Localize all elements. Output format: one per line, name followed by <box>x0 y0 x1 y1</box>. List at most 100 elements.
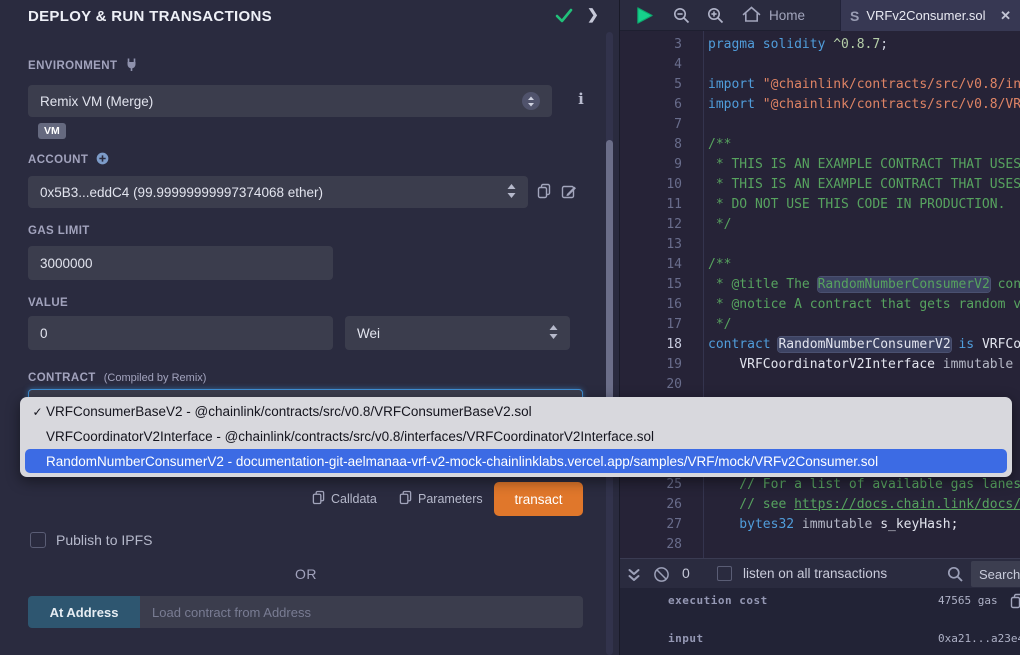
chevron-right-icon[interactable]: ❯ <box>587 6 599 23</box>
plug-icon <box>125 58 138 74</box>
line-number: 16 <box>620 295 682 315</box>
line-number: 10 <box>620 175 682 195</box>
caret-updown-icon <box>507 184 516 201</box>
at-address-button[interactable]: At Address <box>28 596 140 628</box>
line-number: 18 <box>620 335 682 355</box>
search-icon <box>947 559 964 590</box>
code-text: bytes32 immutable s_keyHash; <box>708 515 958 535</box>
publish-ipfs-label: Publish to IPFS <box>56 532 153 548</box>
run-script-icon[interactable] <box>634 0 655 31</box>
code-text: */ <box>708 315 731 335</box>
gas-limit-label: GAS LIMIT <box>28 225 90 237</box>
plus-circle-icon[interactable] <box>96 152 109 168</box>
code-text: // see https://docs.chain.link/docs/vrf-… <box>708 495 1020 515</box>
contract-option[interactable]: RandomNumberConsumerV2 - documentation-g… <box>25 449 1007 473</box>
code-line[interactable]: 5import "@chainlink/contracts/src/v0.8/i… <box>620 75 1020 95</box>
code-line[interactable]: 27 bytes32 immutable s_keyHash; <box>620 515 1020 535</box>
contract-option-label: VRFCoordinatorV2Interface - @chainlink/c… <box>46 429 654 444</box>
terminal-rows: execution cost 47565 gas input0xa21...a23e… <box>620 588 1020 655</box>
code-line[interactable]: 3 pragma solidity ^0.8.7; <box>620 35 1020 55</box>
code-line[interactable]: 10 * THIS IS AN EXAMPLE CONTRACT THAT US… <box>620 175 1020 195</box>
copy-icon[interactable] <box>1010 593 1020 613</box>
code-line[interactable]: 11 * DO NOT USE THIS CODE IN PRODUCTION. <box>620 195 1020 215</box>
value-unit-select[interactable]: Wei <box>345 316 570 350</box>
contract-dropdown: ✓VRFConsumerBaseV2 - @chainlink/contract… <box>20 397 1012 477</box>
line-number: 13 <box>620 235 682 255</box>
edit-account-icon[interactable] <box>561 183 578 204</box>
expand-terminal-icon[interactable] <box>628 559 640 590</box>
calldata-action[interactable]: Calldata <box>312 490 377 508</box>
tab-vrfv2consumer[interactable]: S VRFv2Consumer.sol ✕ <box>840 0 1020 31</box>
clear-console-icon[interactable] <box>653 559 670 590</box>
terminal-toolbar: 0 listen on all transactions <box>620 558 1020 588</box>
line-number: 15 <box>620 275 682 295</box>
close-tab-icon[interactable]: ✕ <box>1000 8 1011 24</box>
gas-limit-input[interactable] <box>28 246 333 280</box>
code-line[interactable]: 6import "@chainlink/contracts/src/v0.8/V… <box>620 95 1020 115</box>
info-icon[interactable]: i <box>574 90 588 108</box>
line-number: 9 <box>620 155 682 175</box>
code-line[interactable]: 18contract RandomNumberConsumerV2 is VRF… <box>620 335 1020 355</box>
terminal-row: input0xa21...a23e4 <box>620 628 1020 655</box>
code-line[interactable]: 12 */ <box>620 215 1020 235</box>
contract-option[interactable]: VRFCoordinatorV2Interface - @chainlink/c… <box>20 424 1012 449</box>
code-text: * THIS IS AN EXAMPLE CONTRACT THAT USES … <box>708 155 1020 175</box>
code-line[interactable]: 14/** <box>620 255 1020 275</box>
terminal-search-input[interactable] <box>971 561 1020 587</box>
parameters-action[interactable]: Parameters <box>399 490 483 508</box>
code-text: * @notice A contract that gets random va… <box>708 295 1020 315</box>
terminal-row-value: 47565 gas <box>938 594 998 607</box>
code-line[interactable]: 9 * THIS IS AN EXAMPLE CONTRACT THAT USE… <box>620 155 1020 175</box>
contract-option[interactable]: ✓VRFConsumerBaseV2 - @chainlink/contract… <box>20 399 1012 424</box>
calldata-label: Calldata <box>331 492 377 506</box>
code-line[interactable]: 8/** <box>620 135 1020 155</box>
copy-icon <box>312 490 325 508</box>
line-number: 14 <box>620 255 682 275</box>
zoom-out-icon[interactable] <box>673 0 691 31</box>
environment-label: ENVIRONMENT <box>28 58 138 74</box>
contract-option-label: VRFConsumerBaseV2 - @chainlink/contracts… <box>46 404 532 419</box>
at-address-input[interactable] <box>140 596 583 628</box>
caret-updown-icon <box>522 92 540 110</box>
account-select[interactable]: 0x5B3...eddC4 (99.99999999997374068 ethe… <box>28 176 528 208</box>
panel-scrollbar-thumb[interactable] <box>606 140 613 402</box>
code-line[interactable]: 17 */ <box>620 315 1020 335</box>
code-line[interactable]: 19 VRFCoordinatorV2Interface immutable C… <box>620 355 1020 375</box>
publish-ipfs-checkbox[interactable] <box>30 532 46 548</box>
line-number: 11 <box>620 195 682 215</box>
copy-account-icon[interactable] <box>537 183 551 204</box>
line-number: 19 <box>620 355 682 375</box>
listen-all-checkbox[interactable] <box>717 566 732 581</box>
home-tab[interactable]: Home <box>742 0 805 31</box>
code-line[interactable]: 16 * @notice A contract that gets random… <box>620 295 1020 315</box>
code-line[interactable]: 15 * @title The RandomNumberConsumerV2 c… <box>620 275 1020 295</box>
home-label: Home <box>769 8 805 23</box>
environment-select[interactable]: Remix VM (Merge) <box>28 85 552 117</box>
deploy-run-panel: DEPLOY & RUN TRANSACTIONS ❯ ENVIRONMENT … <box>0 0 620 655</box>
value-input[interactable] <box>28 316 333 350</box>
panel-title: DEPLOY & RUN TRANSACTIONS <box>28 8 272 25</box>
code-line[interactable]: 4 <box>620 55 1020 75</box>
code-text: VRFCoordinatorV2Interface immutable COOR… <box>708 355 1020 375</box>
code-editor[interactable]: 2// An example of a consumer contract th… <box>620 31 1020 558</box>
zoom-in-icon[interactable] <box>707 0 725 31</box>
line-number: 7 <box>620 115 682 135</box>
editor-toolbar: Home S VRFv2Consumer.sol ✕ <box>620 0 1020 31</box>
copy-icon <box>399 490 412 508</box>
code-line[interactable]: 25 // For a list of available gas lanes … <box>620 475 1020 495</box>
editor-panel: Home S VRFv2Consumer.sol ✕ 2// An exampl… <box>620 0 1020 655</box>
terminal-row-label: execution cost <box>668 594 768 607</box>
code-text: */ <box>708 215 731 235</box>
code-line[interactable]: 20 <box>620 375 1020 395</box>
solidity-file-icon: S <box>850 8 859 24</box>
code-text: pragma solidity ^0.8.7; <box>708 35 888 55</box>
code-line[interactable]: 26 // see https://docs.chain.link/docs/v… <box>620 495 1020 515</box>
line-number: 12 <box>620 215 682 235</box>
code-line[interactable]: 7 <box>620 115 1020 135</box>
home-icon <box>742 6 761 26</box>
line-number: 20 <box>620 375 682 395</box>
transact-button[interactable]: transact <box>494 482 583 516</box>
code-line[interactable]: 13 <box>620 235 1020 255</box>
line-number: 3 <box>620 35 682 55</box>
code-line[interactable]: 28 <box>620 535 1020 555</box>
